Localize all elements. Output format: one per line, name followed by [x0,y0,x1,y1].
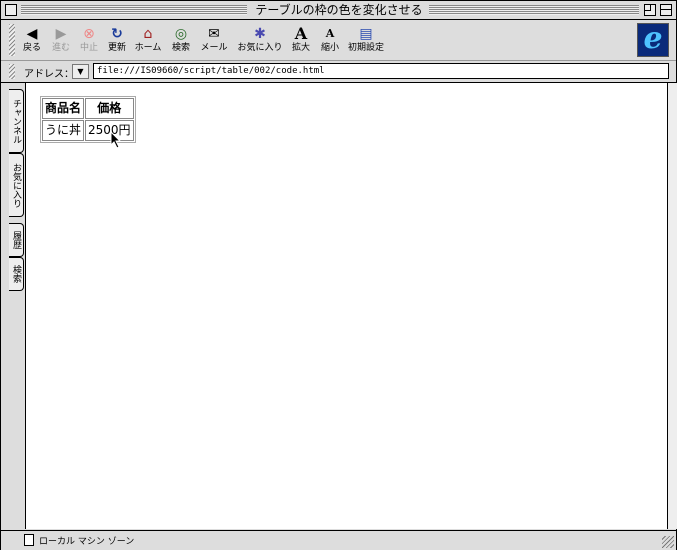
search-button[interactable]: ◎ 検索 [164,25,198,57]
tab-history[interactable]: 履歴 [9,223,24,257]
table-header-row: 商品名 価格 [42,98,134,119]
text-smaller-icon: A [325,27,335,40]
table-header: 商品名 [42,98,85,119]
status-zone: ローカル マシン ゾーン [39,537,135,547]
tab-favorites[interactable]: お気に入り [9,153,24,217]
ie-logo-icon[interactable]: e [637,23,669,57]
title-bar[interactable]: テーブルの枠の色を変化させる [1,1,676,20]
table-header: 価格 [85,98,134,119]
address-bar: アドレス： ▼ file:///IS09660/script/table/002… [1,61,676,83]
refresh-label: 更新 [107,43,126,53]
address-label: アドレス： [24,69,74,80]
address-grip[interactable] [9,64,15,79]
tab-search[interactable]: 検索 [9,257,24,291]
address-input[interactable]: file:///IS09660/script/table/002/code.ht… [93,63,669,79]
search-icon: ◎ [174,26,188,42]
refresh-icon: ↻ [111,26,123,42]
home-icon: ⌂ [143,26,153,42]
mail-icon: ✉ [208,26,220,42]
favorites-button[interactable]: ✱ お気に入り [235,25,285,57]
mail-button[interactable]: ✉ メール [197,25,231,57]
chevron-down-icon: ▼ [77,67,84,76]
zoom-box[interactable] [644,4,656,16]
preferences-button[interactable]: ▤ 初期設定 [345,25,387,57]
status-bar: ローカル マシン ゾーン [1,530,676,550]
text-smaller-label: 縮小 [320,43,339,53]
tab-channels[interactable]: チャンネル [9,89,24,153]
title-stripes-left [21,5,247,15]
refresh-button[interactable]: ↻ 更新 [100,25,134,57]
browser-window: テーブルの枠の色を変化させる ◀ 戻る ▶ 進む ⊗ 中止 ↻ 更新 ⌂ ホーム… [0,0,677,550]
home-button[interactable]: ⌂ ホーム [131,25,165,57]
close-box[interactable] [5,4,17,16]
toolbar: ◀ 戻る ▶ 進む ⊗ 中止 ↻ 更新 ⌂ ホーム ◎ 検索 ✉ メール ✱ お [1,20,676,61]
preferences-label: 初期設定 [347,43,384,53]
mail-label: メール [200,43,228,53]
table-cell: うに丼 [42,120,85,141]
title-stripes-right [429,5,639,15]
preferences-icon: ▤ [359,26,373,42]
search-label: 検索 [171,43,190,53]
mouse-pointer-icon [110,131,122,149]
collapse-box[interactable] [660,4,672,16]
text-smaller-button[interactable]: A 縮小 [313,25,347,57]
page-content: 商品名 価格 うに丼 2500円 [25,83,667,529]
explorer-sidebar: チャンネル お気に入り 履歴 検索 [1,83,25,529]
home-label: ホーム [134,43,162,53]
zone-icon [24,534,34,546]
favorites-icon: ✱ [254,26,266,42]
vertical-scrollbar[interactable] [667,83,677,529]
address-dropdown-button[interactable]: ▼ [72,64,89,79]
window-title: テーブルの枠の色を変化させる [251,2,427,18]
resize-handle-icon[interactable] [662,536,674,548]
favorites-label: お気に入り [237,43,283,53]
